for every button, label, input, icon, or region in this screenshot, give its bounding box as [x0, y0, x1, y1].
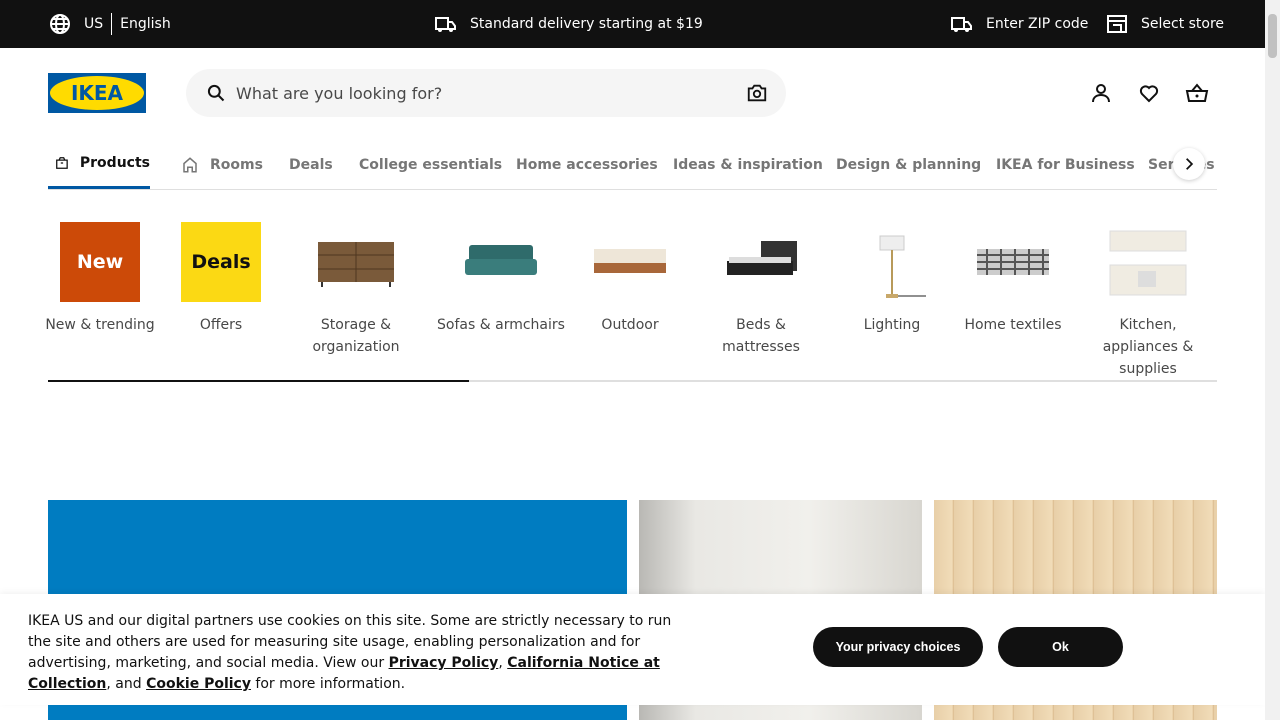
search-input[interactable]: What are you looking for? — [186, 69, 786, 117]
lamp-image — [852, 222, 932, 302]
cookie-text: IKEA US and our digital partners use coo… — [28, 613, 672, 692]
main-nav: Products Rooms Deals College essentials … — [48, 140, 1217, 190]
category-offers[interactable]: Deals Offers — [156, 222, 286, 336]
category-label: Storage & organization — [312, 317, 400, 355]
delivery-info[interactable]: Standard delivery starting at $19 — [434, 0, 703, 48]
heart-icon[interactable] — [1137, 81, 1161, 105]
deals-tile: Deals — [181, 222, 261, 302]
category-label: New & trending — [45, 317, 155, 333]
privacy-choices-button[interactable]: Your privacy choices — [813, 627, 983, 667]
ok-button[interactable]: Ok — [998, 627, 1123, 667]
privacy-policy-link[interactable]: Privacy Policy — [389, 655, 499, 671]
category-label: Offers — [199, 317, 243, 333]
user-icon[interactable] — [1089, 81, 1113, 105]
truck-icon — [951, 17, 972, 32]
globe-icon — [50, 14, 70, 34]
basket-icon[interactable] — [1185, 81, 1209, 105]
zip-label: Enter ZIP code — [986, 16, 1089, 32]
tab-ideas-inspiration[interactable]: Ideas & inspiration — [673, 140, 823, 189]
tab-college-essentials[interactable]: College essentials — [359, 140, 502, 189]
category-scrollbar[interactable] — [48, 380, 1217, 382]
store-icon — [1107, 15, 1127, 33]
tab-products[interactable]: Products — [48, 140, 150, 189]
textiles-image — [973, 222, 1053, 302]
truck-icon — [435, 17, 456, 32]
category-label: Home textiles — [964, 317, 1062, 333]
tab-design-planning[interactable]: Design & planning — [836, 140, 981, 189]
kitchen-image — [1108, 222, 1188, 302]
page-scroll-thumb[interactable] — [1268, 14, 1277, 58]
chevron-right-icon — [1186, 158, 1194, 170]
category-new-trending[interactable]: New New & trending — [35, 222, 165, 336]
search-placeholder: What are you looking for? — [236, 83, 443, 103]
category-label: Beds & mattresses — [722, 317, 800, 355]
bed-image — [721, 222, 801, 302]
category-scroll-thumb[interactable] — [48, 380, 469, 382]
category-lighting[interactable]: Lighting — [827, 222, 957, 336]
tab-rooms[interactable]: Rooms — [181, 140, 263, 189]
new-tile: New — [60, 222, 140, 302]
language-selector[interactable]: US English — [48, 0, 171, 48]
category-kitchen[interactable]: Kitchen, appliances & supplies — [1083, 222, 1213, 380]
dresser-image — [316, 222, 396, 302]
tab-home-accessories[interactable]: Home accessories — [516, 140, 658, 189]
nav-next-button[interactable] — [1173, 148, 1205, 180]
house-icon — [183, 156, 197, 172]
sofa-image — [461, 222, 541, 302]
cookie-banner: IKEA US and our digital partners use coo… — [0, 594, 1265, 705]
outdoor-sofa-image — [590, 222, 670, 302]
tab-deals[interactable]: Deals — [289, 140, 333, 189]
top-bar: US English Standard delivery starting at… — [0, 0, 1265, 48]
box-icon — [56, 157, 68, 169]
country: US — [84, 16, 104, 32]
svg-text:IKEA: IKEA — [71, 81, 124, 105]
category-beds[interactable]: Beds & mattresses — [696, 222, 826, 358]
zip-code-button[interactable]: Enter ZIP code — [950, 0, 1088, 48]
camera-icon[interactable] — [746, 82, 768, 104]
category-sofas[interactable]: Sofas & armchairs — [436, 222, 566, 336]
search-icon — [207, 84, 225, 102]
category-storage[interactable]: Storage & organization — [291, 222, 421, 358]
store-label: Select store — [1141, 16, 1225, 32]
ikea-logo[interactable]: IKEA — [48, 73, 146, 113]
language: English — [120, 16, 171, 32]
category-outdoor[interactable]: Outdoor — [565, 222, 695, 336]
category-label: Lighting — [863, 317, 921, 333]
page-scrollbar[interactable] — [1265, 0, 1280, 720]
select-store-button[interactable]: Select store — [1105, 0, 1224, 48]
cookie-policy-link[interactable]: Cookie Policy — [146, 676, 251, 692]
category-label: Sofas & armchairs — [437, 317, 565, 333]
delivery-text: Standard delivery starting at $19 — [470, 16, 703, 32]
category-label: Outdoor — [601, 317, 659, 333]
category-home-textiles[interactable]: Home textiles — [948, 222, 1078, 336]
category-label: Kitchen, appliances & supplies — [1102, 317, 1194, 377]
tab-ikea-for-business[interactable]: IKEA for Business — [996, 140, 1135, 189]
